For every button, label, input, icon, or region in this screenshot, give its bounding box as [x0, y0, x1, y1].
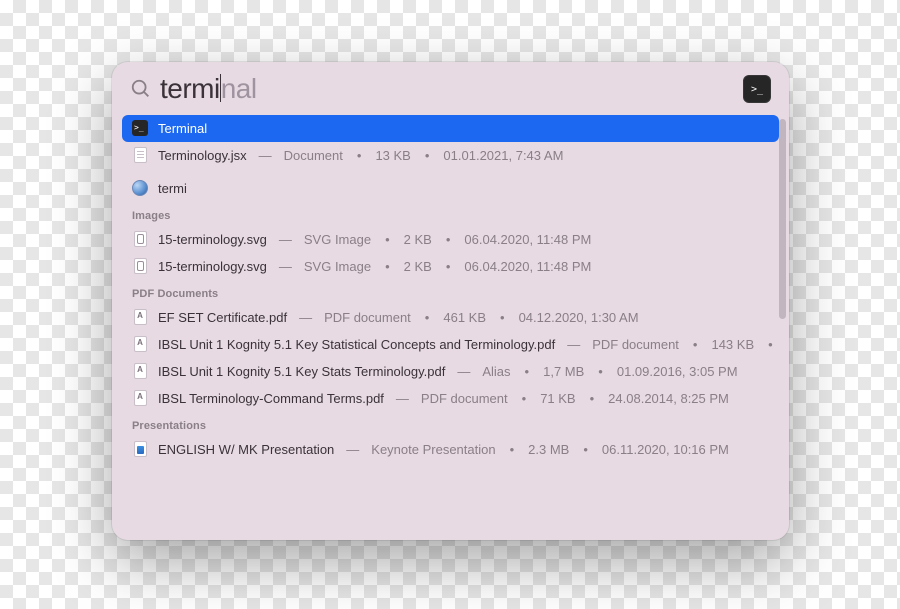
result-size: 2 KB: [404, 232, 432, 247]
result-title: Terminology.jsx: [158, 148, 247, 163]
svg-file-icon: [132, 231, 148, 247]
result-size: 2 KB: [404, 259, 432, 274]
result-size: 143 KB: [711, 337, 754, 352]
result-date: 24.08.2014, 8:25 PM: [608, 391, 729, 406]
keynote-file-icon: [132, 441, 148, 457]
search-row: terminal >_: [112, 62, 789, 115]
result-kind: Alias: [482, 364, 510, 379]
result-title: ENGLISH W/ MK Presentation: [158, 442, 334, 457]
top-hit-app-icon: >_: [743, 75, 771, 103]
result-date: 06.04.2020, 11:48 PM: [464, 232, 591, 247]
terminal-icon: >_: [751, 84, 763, 95]
result-date: 06.11.2020, 10:16 PM: [602, 442, 729, 457]
result-title: Terminal: [158, 121, 207, 136]
pdf-file-icon: [132, 390, 148, 406]
result-web-suggestion[interactable]: termi: [122, 175, 779, 202]
result-item[interactable]: IBSL Unit 1 Kognity 5.1 Key Stats Termin…: [122, 358, 779, 385]
result-top-hit[interactable]: >_ Terminal: [122, 115, 779, 142]
pdf-file-icon: [132, 309, 148, 325]
terminal-icon: >_: [132, 120, 148, 136]
result-item[interactable]: Terminology.jsx — Document • 13 KB • 01.…: [122, 142, 779, 169]
scrollbar-thumb[interactable]: [779, 119, 786, 319]
globe-icon: [132, 180, 148, 196]
result-size: 2.3 MB: [528, 442, 569, 457]
result-size: 71 KB: [540, 391, 575, 406]
result-title: termi: [158, 181, 187, 196]
result-title: IBSL Unit 1 Kognity 5.1 Key Statistical …: [158, 337, 555, 352]
result-date: 01.01.2021, 7:43 AM: [443, 148, 563, 163]
search-completion-text: nal: [221, 73, 257, 104]
results-list: >_ Terminal Terminology.jsx — Document •…: [112, 115, 789, 533]
section-header: PDF Documents: [122, 280, 779, 304]
svg-file-icon: [132, 258, 148, 274]
result-size: 1,7 MB: [543, 364, 584, 379]
result-title: 15-terminology.svg: [158, 259, 267, 274]
result-item[interactable]: IBSL Terminology-Command Terms.pdf—PDF d…: [122, 385, 779, 412]
result-item[interactable]: 15-terminology.svg—SVG Image•2 KB•06.04.…: [122, 253, 779, 280]
search-typed-text: termi: [160, 73, 220, 104]
result-date: 01.09.2016, 3:05 PM: [617, 364, 738, 379]
pdf-file-icon: [132, 363, 148, 379]
search-icon: [130, 77, 154, 101]
search-input[interactable]: terminal: [160, 74, 737, 105]
section-header: Images: [122, 202, 779, 226]
result-kind: Document: [284, 148, 343, 163]
result-kind: PDF document: [592, 337, 679, 352]
result-date: 06.04.2020, 11:48 PM: [464, 259, 591, 274]
spotlight-panel: terminal >_ >_ Terminal Terminology.jsx …: [112, 62, 789, 540]
result-item[interactable]: EF SET Certificate.pdf—PDF document•461 …: [122, 304, 779, 331]
pdf-file-icon: [132, 336, 148, 352]
result-date: 04.12.2020, 1:30 AM: [519, 310, 639, 325]
result-kind: SVG Image: [304, 232, 371, 247]
result-size: 13 KB: [375, 148, 410, 163]
result-kind: SVG Image: [304, 259, 371, 274]
result-item[interactable]: ENGLISH W/ MK Presentation—Keynote Prese…: [122, 436, 779, 463]
result-kind: Keynote Presentation: [371, 442, 495, 457]
result-item[interactable]: IBSL Unit 1 Kognity 5.1 Key Statistical …: [122, 331, 779, 358]
result-title: 15-terminology.svg: [158, 232, 267, 247]
result-item[interactable]: 15-terminology.svg—SVG Image•2 KB•06.04.…: [122, 226, 779, 253]
result-title: IBSL Unit 1 Kognity 5.1 Key Stats Termin…: [158, 364, 445, 379]
result-kind: PDF document: [421, 391, 508, 406]
result-title: IBSL Terminology-Command Terms.pdf: [158, 391, 384, 406]
section-header: Presentations: [122, 412, 779, 436]
result-kind: PDF document: [324, 310, 411, 325]
result-title: EF SET Certificate.pdf: [158, 310, 287, 325]
result-size: 461 KB: [443, 310, 486, 325]
document-icon: [132, 147, 148, 163]
